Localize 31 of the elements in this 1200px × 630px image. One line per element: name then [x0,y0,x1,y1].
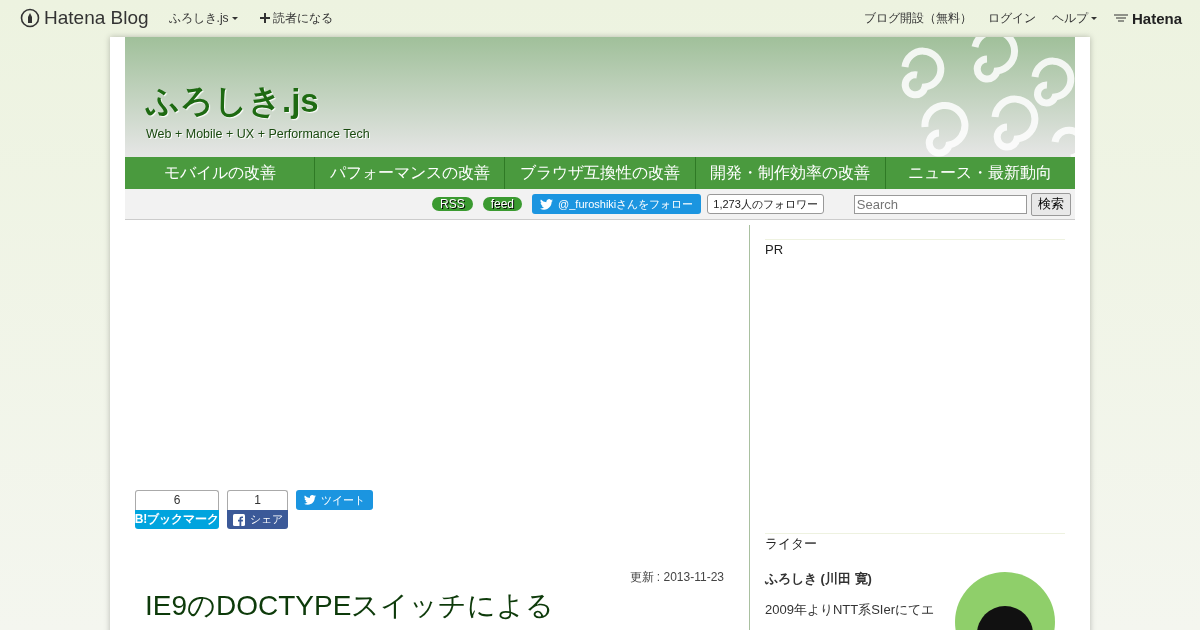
nav-link[interactable]: ニュース・最新動向 [885,157,1075,189]
bookmark-button[interactable]: B!ブックマーク [135,510,219,529]
search-button[interactable]: 検索 [1030,192,1071,216]
pen-icon [20,8,40,28]
follower-count: 1,273人のフォロワー [707,194,824,214]
facebook-share-button[interactable]: シェア [227,510,288,529]
logo-mark-icon [1112,13,1129,23]
header-link[interactable]: ブログ開設（無料） [863,9,972,27]
plus-icon [259,13,270,23]
follow-button[interactable]: @_furoshikiさんをフォロー [532,194,702,214]
facebook-icon [232,513,245,526]
bird-icon [540,198,554,210]
search-field[interactable]: Search [853,194,1027,214]
bird-icon [304,495,316,505]
blog-menu[interactable]: ふろしき.js [168,9,238,27]
module-title: ライター [765,536,818,552]
blog-description: Web + Mobile + UX + Performance Tech [146,127,370,141]
subscribe-link[interactable]: 読者になる [259,9,333,27]
module-title: PR [765,242,785,258]
hatena-logo[interactable]: Hatena [1112,9,1182,27]
blog-title[interactable]: ふろしき.js [146,79,370,124]
author-bio: 2009年よりNTT系SIerにてエ [765,601,936,619]
hatena-blog-logo[interactable]: Hatena Blog [20,7,149,29]
tweet-button[interactable]: ツイート [296,490,373,510]
entry-title[interactable]: IE9のDOCTYPEスイッチによる [125,590,749,622]
feed-link[interactable]: feed [482,197,523,211]
header-link[interactable]: ログイン [987,9,1036,27]
help-menu[interactable]: ヘルプ [1051,9,1097,27]
updated-date: 更新 : 2013-11-23 [628,569,725,586]
author-name: ふろしき (川田 寛) [765,570,873,588]
rss-link[interactable]: RSS [432,197,473,211]
